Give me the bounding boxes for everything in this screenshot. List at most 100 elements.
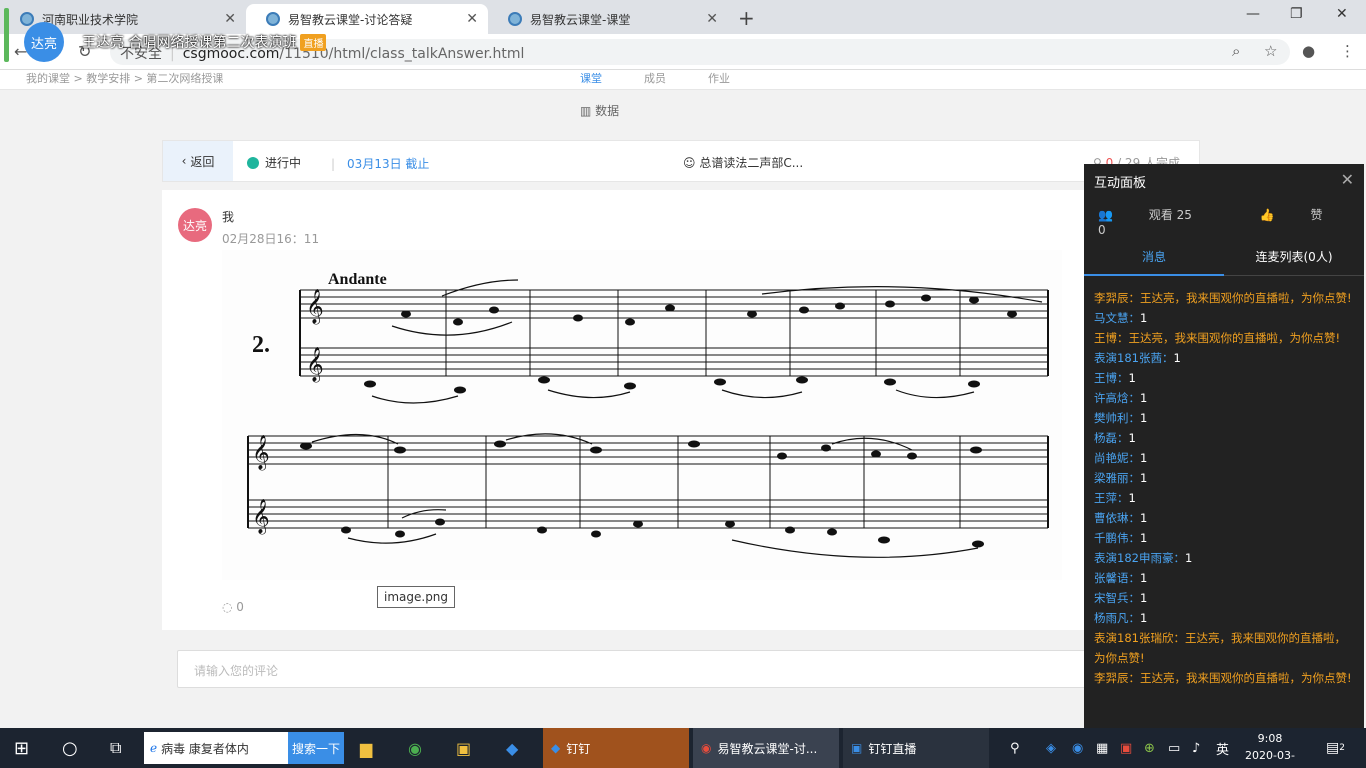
message-item: 梁雅丽：1	[1094, 468, 1356, 488]
security-icon[interactable]: ◈	[1046, 728, 1056, 768]
message-user: 梁雅丽：	[1094, 471, 1140, 485]
message-user: 千鹏伟：	[1094, 531, 1140, 545]
windows-start-icon[interactable]: ⊞	[14, 728, 29, 768]
taskbar-app-dingtalk-live[interactable]: ▣ 钉钉直播	[843, 728, 989, 768]
tray-app-icon[interactable]: ▣	[1120, 728, 1132, 768]
message-item: 表演181张茜：1	[1094, 348, 1356, 368]
message-item: 表演181张瑞欣：王达亮，我来围观你的直播啦，为你点赞!	[1094, 628, 1356, 668]
tab-homework[interactable]: 作业	[708, 70, 730, 86]
message-item: 表演182申雨豪：1	[1094, 548, 1356, 568]
message-text: 1	[1140, 411, 1148, 425]
feishu-icon[interactable]: ◆	[506, 728, 518, 768]
task-view-icon[interactable]: ⧉	[110, 728, 121, 768]
clock[interactable]: 9:08 2020-03-06	[1240, 730, 1300, 768]
tab-3[interactable]: 易智教云课堂-课堂 ✕	[488, 4, 728, 34]
profile-icon[interactable]: ●	[1302, 42, 1315, 60]
message-user: 马文慧：	[1094, 311, 1140, 325]
message-item: 樊帅利：1	[1094, 408, 1356, 428]
message-user: 张馨语：	[1094, 571, 1140, 585]
message-item: 李羿辰：王达亮，我来围观你的直播啦，为你点赞!	[1094, 288, 1356, 308]
message-user: 王萍：	[1094, 491, 1129, 505]
close-icon[interactable]: ✕	[1341, 170, 1354, 189]
message-text: 表演181张瑞欣：王达亮，我来围观你的直播啦，为你点赞!	[1094, 631, 1346, 665]
people-icon[interactable]: ⚲	[1010, 728, 1020, 768]
comment-count[interactable]: ◌ 0	[222, 600, 244, 614]
app-label: 钉钉直播	[868, 741, 917, 756]
live-overlay: 达亮 王达亮 合唱网络授课第二次表演班 直播	[24, 22, 327, 62]
message-item: 王博：王达亮，我来围观你的直播啦，为你点赞!	[1094, 328, 1356, 348]
back-label: 返回	[190, 154, 215, 169]
topic-text: 总谱读法二声部C...	[699, 156, 804, 170]
sub-navigation: 我的课堂 > 教学安排 > 第二次网络授课 课堂 成员 作业	[0, 70, 1366, 90]
data-tab[interactable]: ▥ 数据	[580, 102, 619, 119]
folder-icon[interactable]: ▆	[360, 728, 372, 768]
tray-app-icon[interactable]: ▦	[1096, 728, 1108, 768]
notification-icon[interactable]: ▤ 2	[1326, 728, 1345, 768]
minimize-icon[interactable]: —	[1246, 6, 1260, 22]
ie-icon: ℯ	[150, 741, 158, 755]
close-window-icon[interactable]: ✕	[1336, 6, 1348, 22]
tray-app-icon[interactable]: ⊕	[1144, 728, 1155, 768]
search-box[interactable]: ℯ 病毒 康复者体内 搜索一下	[144, 732, 344, 764]
player-icon[interactable]: ▣	[456, 728, 471, 768]
message-text: 1	[1140, 391, 1148, 405]
volume-icon[interactable]: ♪	[1192, 728, 1200, 768]
tray-app-icon[interactable]: ◉	[1072, 728, 1083, 768]
message-user: 表演182申雨豪：	[1094, 551, 1185, 565]
message-user: 宋智兵：	[1094, 591, 1140, 605]
live-badge: 直播	[300, 33, 327, 51]
zoom-icon[interactable]: ⌕	[1232, 42, 1240, 60]
network-icon[interactable]: ▭	[1168, 728, 1180, 768]
message-item: 尚艳妮：1	[1094, 448, 1356, 468]
new-tab-button[interactable]: +	[738, 6, 755, 30]
message-text: 1	[1140, 531, 1148, 545]
search-text: 病毒 康复者体内	[161, 741, 249, 756]
message-text: 1	[1128, 491, 1136, 505]
message-text: 1	[1140, 591, 1148, 605]
breadcrumb[interactable]: 我的课堂 > 教学安排 > 第二次网络授课	[26, 70, 223, 86]
tempo-marking: Andante	[328, 271, 387, 288]
thumbs-up-icon: 👍	[1259, 208, 1279, 222]
taskbar-app-dingtalk[interactable]: ◆ 钉钉	[543, 728, 689, 768]
message-text: 1	[1140, 471, 1148, 485]
live-indicator-bar	[4, 8, 9, 62]
taskbar-app-chrome[interactable]: ◉ 易智教云课堂-讨...	[693, 728, 839, 768]
data-tab-label: 数据	[595, 104, 620, 118]
message-text: 1	[1173, 351, 1181, 365]
message-item: 王博：1	[1094, 368, 1356, 388]
star-icon[interactable]: ☆	[1264, 42, 1277, 60]
menu-icon[interactable]: ⋮	[1340, 42, 1355, 60]
message-item: 宋智兵：1	[1094, 588, 1356, 608]
message-text: 1	[1140, 571, 1148, 585]
tab-members[interactable]: 成员	[644, 70, 666, 86]
360-browser-icon[interactable]: ◉	[408, 728, 422, 768]
post-card: 达亮 我 02月28日16：11 Andante 2. 𝄞 𝄞 𝄞 𝄞 imag…	[162, 190, 1200, 630]
message-text: 王博：王达亮，我来围观你的直播啦，为你点赞!	[1094, 331, 1341, 345]
message-item: 马文慧：1	[1094, 308, 1356, 328]
viewers-text: 观看 25	[1148, 208, 1192, 222]
close-icon[interactable]: ✕	[706, 11, 718, 27]
svg-text:𝄞: 𝄞	[306, 347, 324, 383]
back-button[interactable]: ‹ 返回	[163, 141, 233, 181]
message-item: 许高焓：1	[1094, 388, 1356, 408]
tab-mic-list[interactable]: 连麦列表(0人)	[1224, 248, 1364, 265]
svg-text:𝄞: 𝄞	[252, 499, 270, 535]
post-author: 我	[222, 210, 235, 224]
message-item: 千鹏伟：1	[1094, 528, 1356, 548]
tab-messages[interactable]: 消息	[1084, 248, 1224, 276]
people-icon: 👥	[1098, 208, 1117, 222]
restore-icon[interactable]: ❐	[1290, 6, 1303, 22]
clock-date: 2020-03-06	[1245, 749, 1295, 768]
search-button[interactable]: 搜索一下	[288, 732, 344, 764]
topic-header: ‹ 返回 进行中 | 03月13日 截止 ☺ 总谱读法二声部C... ⚲ 0 / 2…	[162, 140, 1200, 182]
tab-classroom[interactable]: 课堂	[580, 70, 602, 86]
avatar: 达亮	[178, 208, 212, 242]
message-text: 1	[1140, 511, 1148, 525]
comment-icon: ◌	[222, 600, 237, 614]
cortana-icon[interactable]: ○	[62, 728, 78, 768]
sheet-music-image[interactable]: Andante 2. 𝄞 𝄞 𝄞 𝄞	[222, 250, 1062, 580]
panel-tabs: 消息 连麦列表(0人)	[1084, 240, 1364, 276]
input-method[interactable]: 英	[1216, 728, 1229, 768]
close-icon[interactable]: ✕	[466, 11, 478, 27]
comment-input[interactable]: 请输入您的评论	[177, 650, 1097, 688]
